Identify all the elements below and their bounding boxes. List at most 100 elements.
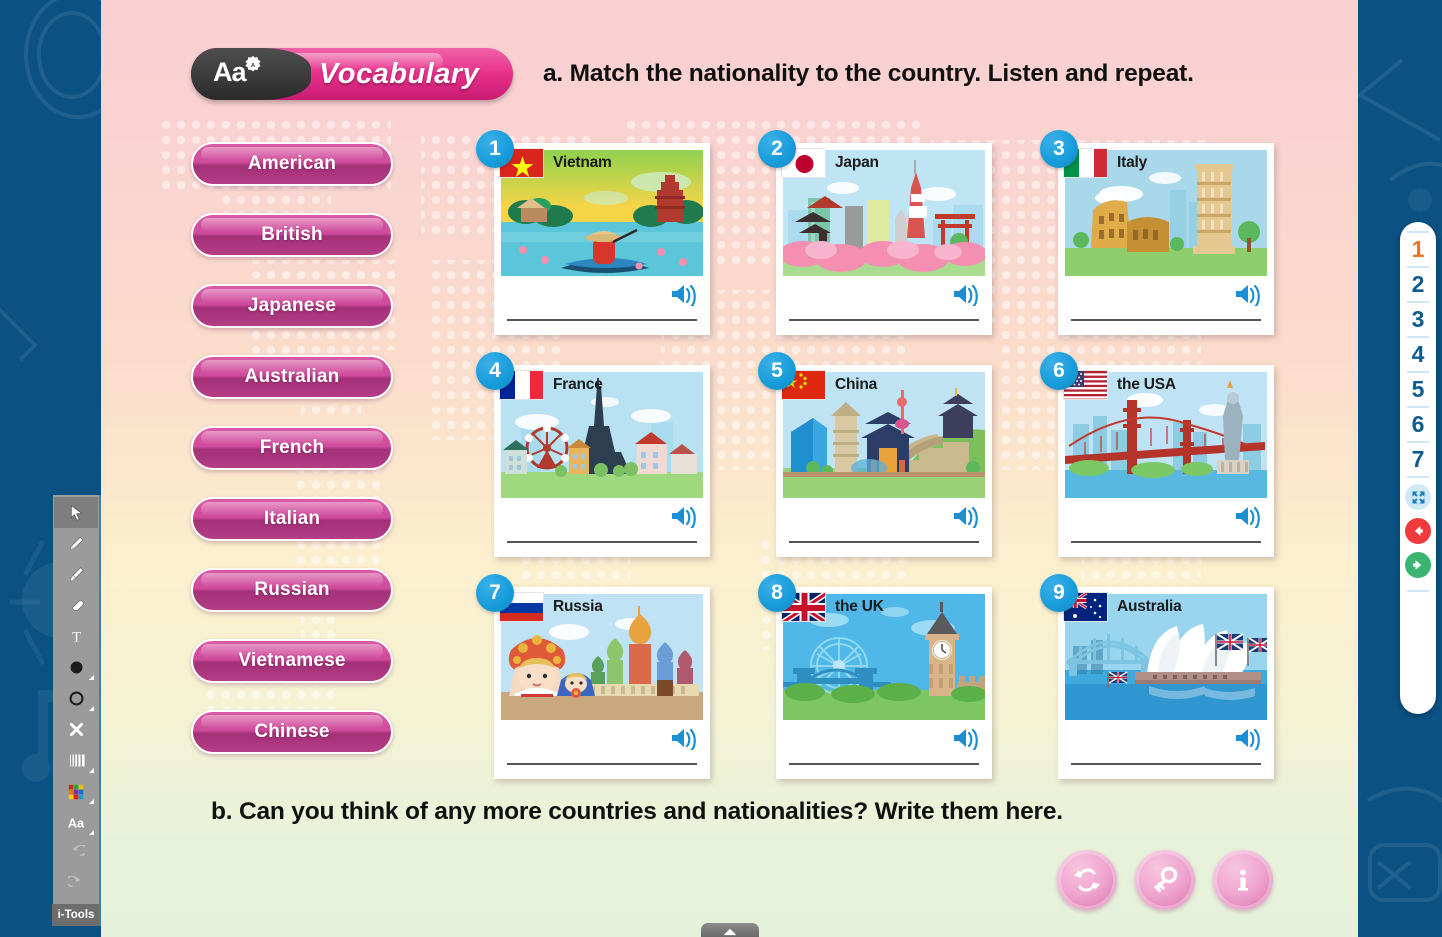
speaker-icon[interactable] (669, 504, 699, 531)
card-flag-row: the USA (1063, 370, 1176, 400)
country-card: 9 Australia (1040, 574, 1322, 796)
card-body: the USA (1058, 365, 1274, 557)
itools-toolbar: T Aa i-Tools (52, 495, 101, 926)
itools-label: i-Tools (52, 904, 100, 926)
speaker-icon[interactable] (1233, 726, 1263, 753)
previous-page-button[interactable] (1405, 518, 1431, 544)
country-card: 4 France (476, 352, 758, 574)
country-label: Japan (835, 154, 879, 171)
page-button-4[interactable]: 4 (1412, 340, 1425, 369)
redo-tool[interactable] (54, 869, 98, 900)
line-width-tool[interactable] (54, 745, 98, 776)
bottom-action-bar (1057, 850, 1273, 910)
country-card: 6 the USA (1040, 352, 1322, 574)
nationality-button-russian[interactable]: Russian (191, 568, 393, 612)
answer-write-line[interactable] (789, 319, 979, 321)
color-palette-icon (68, 784, 84, 799)
pencil-icon (69, 536, 83, 550)
nationality-button-british[interactable]: British (191, 213, 393, 257)
speaker-icon[interactable] (669, 282, 699, 309)
answer-write-line[interactable] (789, 541, 979, 543)
text-tool[interactable]: T (54, 621, 98, 652)
card-number-badge: 4 (476, 352, 514, 390)
next-page-button[interactable] (1405, 552, 1431, 578)
instruction-b: b. Can you think of any more countries a… (211, 798, 1063, 825)
nationality-button-list: American British Japanese Australian Fre… (191, 142, 393, 754)
fullscreen-icon (1412, 491, 1424, 503)
lesson-page: Aa A Vocabulary a. Match the nationality… (101, 0, 1358, 937)
page-button-3[interactable]: 3 (1412, 305, 1425, 334)
card-footer (783, 720, 985, 778)
close-x-icon (69, 722, 83, 737)
reset-button[interactable] (1057, 850, 1117, 910)
rail-divider (1407, 441, 1429, 443)
card-flag-row: Australia (1063, 592, 1182, 622)
submenu-corner-icon (89, 768, 94, 773)
answer-write-line[interactable] (789, 763, 979, 765)
fill-shape-tool[interactable] (54, 652, 98, 683)
submenu-corner-icon (89, 675, 94, 680)
country-label: the USA (1117, 376, 1176, 393)
nationality-label: French (259, 437, 325, 458)
nationality-button-chinese[interactable]: Chinese (191, 710, 393, 754)
speaker-icon[interactable] (951, 726, 981, 753)
speaker-icon[interactable] (669, 726, 699, 753)
rail-divider (1407, 406, 1429, 408)
font-tool[interactable]: Aa (54, 807, 98, 838)
rail-divider (1407, 590, 1429, 592)
rail-divider (1407, 476, 1429, 478)
answer-write-line[interactable] (507, 319, 697, 321)
answer-write-line[interactable] (1071, 763, 1261, 765)
answer-write-line[interactable] (507, 541, 697, 543)
answer-write-line[interactable] (1071, 541, 1261, 543)
answer-write-line[interactable] (1071, 319, 1261, 321)
undo-tool[interactable] (54, 838, 98, 869)
fullscreen-button[interactable] (1405, 484, 1431, 510)
card-body: Japan (776, 143, 992, 335)
card-flag-row: France (499, 370, 603, 400)
card-body: Vietnam (494, 143, 710, 335)
brush-tool[interactable] (54, 559, 98, 590)
nationality-button-japanese[interactable]: Japanese (191, 284, 393, 328)
bottom-drawer-tab[interactable] (700, 923, 759, 937)
submenu-corner-icon (89, 706, 94, 711)
page-button-7[interactable]: 7 (1412, 445, 1425, 474)
pencil-tool[interactable] (54, 528, 98, 559)
info-button[interactable] (1213, 850, 1273, 910)
rail-divider (1407, 266, 1429, 268)
nationality-button-vietnamese[interactable]: Vietnamese (191, 639, 393, 683)
close-tool[interactable] (54, 714, 98, 745)
color-palette-tool[interactable] (54, 776, 98, 807)
chevron-up-icon (723, 928, 736, 936)
speaker-icon[interactable] (951, 282, 981, 309)
answer-key-button[interactable] (1135, 850, 1195, 910)
country-label: Vietnam (553, 154, 612, 171)
eraser-tool[interactable] (54, 590, 98, 621)
app-frame: Aa A Vocabulary a. Match the nationality… (0, 0, 1442, 937)
page-button-5[interactable]: 5 (1412, 375, 1425, 404)
speaker-icon[interactable] (951, 504, 981, 531)
outline-shape-tool[interactable] (54, 683, 98, 714)
country-label: Russia (553, 598, 603, 615)
badge-label: Vocabulary (319, 57, 480, 90)
nationality-button-australian[interactable]: Australian (191, 355, 393, 399)
page-button-6[interactable]: 6 (1412, 410, 1425, 439)
nationality-button-american[interactable]: American (191, 142, 393, 186)
answer-write-line[interactable] (507, 763, 697, 765)
nationality-button-italian[interactable]: Italian (191, 497, 393, 541)
country-card: 2 Japan (758, 130, 1040, 352)
card-footer (501, 498, 703, 556)
page-button-2[interactable]: 2 (1412, 270, 1425, 299)
card-flag-row: Russia (499, 592, 603, 622)
redo-icon (67, 876, 81, 888)
outline-circle-icon (69, 691, 83, 706)
card-number-badge: 7 (476, 574, 514, 612)
nationality-button-french[interactable]: French (191, 426, 393, 470)
cursor-tool[interactable] (54, 497, 98, 528)
card-body: the UK (776, 587, 992, 779)
page-button-1[interactable]: 1 (1412, 235, 1425, 264)
country-card: 1 Vietnam (476, 130, 758, 352)
speaker-icon[interactable] (1233, 282, 1263, 309)
nationality-label: Australian (244, 366, 340, 387)
speaker-icon[interactable] (1233, 504, 1263, 531)
